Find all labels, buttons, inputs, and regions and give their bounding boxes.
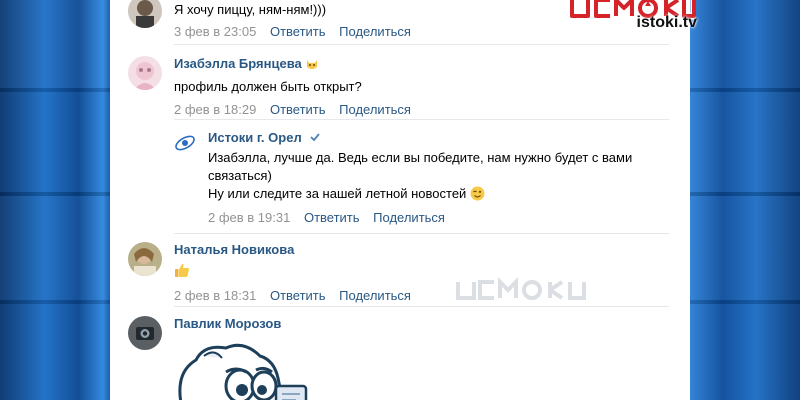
- comment-text-line: Изабэлла, лучше да. Ведь если вы победит…: [208, 150, 633, 165]
- comment-meta: 2 фев в 18:29 Ответить Поделиться: [174, 101, 673, 118]
- reply-button[interactable]: Ответить: [304, 210, 360, 225]
- background-left: [0, 0, 112, 400]
- comment-date[interactable]: 2 фев в 18:29: [174, 102, 256, 117]
- reply-button[interactable]: Ответить: [270, 288, 326, 303]
- divider: [174, 233, 669, 234]
- cat-sticker-icon: [174, 338, 324, 400]
- share-button[interactable]: Поделиться: [339, 24, 411, 39]
- comment-author[interactable]: Наталья Новикова: [174, 242, 673, 258]
- avatar[interactable]: [172, 130, 198, 156]
- comment-date[interactable]: 3 фев в 23:05: [174, 24, 256, 39]
- reply-button[interactable]: Ответить: [270, 24, 326, 39]
- comment-author[interactable]: Изабэлла Брянцева: [174, 56, 673, 75]
- comment-author[interactable]: Истоки г. Орел: [208, 130, 672, 146]
- author-name[interactable]: Изабэлла Брянцева: [174, 56, 302, 71]
- thumbs-up-emoji-icon: [174, 262, 190, 283]
- avatar[interactable]: [128, 56, 162, 90]
- share-button[interactable]: Поделиться: [373, 210, 445, 225]
- author-name[interactable]: Истоки г. Орел: [208, 130, 302, 145]
- avatar[interactable]: [128, 242, 162, 276]
- comments-panel: Я хочу пиццу, ням-ням!))) 3 фев в 23:05 …: [110, 0, 690, 400]
- comment-text-line: связаться): [208, 168, 272, 183]
- wink-emoji-icon: [470, 186, 485, 206]
- comment-text-line: Ну или следите за нашей летной новостей: [208, 185, 672, 206]
- comment-author[interactable]: Павлик Морозов: [174, 316, 673, 332]
- comment-date[interactable]: 2 фев в 19:31: [208, 210, 290, 225]
- site-url: istoki.tv: [636, 14, 697, 31]
- watermark-logo: [454, 276, 620, 304]
- comment-date[interactable]: 2 фев в 18:31: [174, 288, 256, 303]
- comment-text-fragment: Ну или следите за нашей летной новостей: [208, 186, 467, 201]
- divider: [174, 44, 669, 45]
- comment-meta: 2 фев в 19:31 Ответить Поделиться: [208, 209, 672, 226]
- cat-emoji-icon: [305, 57, 319, 75]
- reply-button[interactable]: Ответить: [270, 102, 326, 117]
- divider: [174, 306, 669, 307]
- avatar[interactable]: [128, 0, 162, 28]
- comment-text: профиль должен быть открыт?: [174, 79, 362, 94]
- verified-icon: [309, 131, 321, 143]
- avatar[interactable]: [128, 316, 162, 350]
- share-button[interactable]: Поделиться: [339, 102, 411, 117]
- background-right: [690, 0, 800, 400]
- share-button[interactable]: Поделиться: [339, 288, 411, 303]
- divider: [174, 119, 669, 120]
